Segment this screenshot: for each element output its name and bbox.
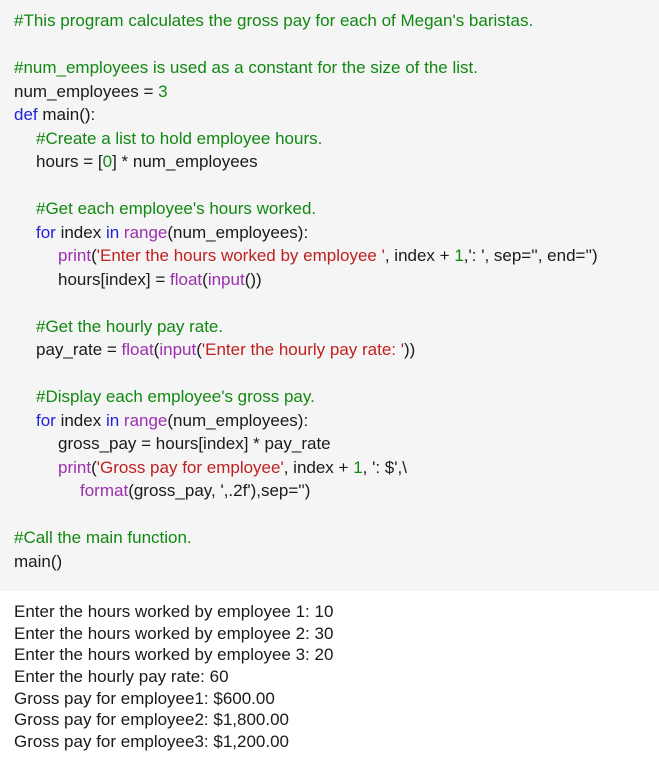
- code-line: format(gross_pay, ',.2f'),sep=''): [0, 479, 659, 503]
- code-line: print('Enter the hours worked by employe…: [0, 244, 659, 268]
- comment: #num_employees is used as a constant for…: [14, 58, 478, 77]
- keyword: for: [36, 222, 56, 242]
- builtin-function: print: [58, 246, 92, 265]
- code-text: , index +: [283, 457, 354, 477]
- comment: #Display each employee's gross pay.: [36, 387, 315, 406]
- builtin-function: print: [58, 457, 92, 477]
- output-line: Enter the hours worked by employee 3: 20: [14, 645, 334, 665]
- code-text: (num_employees):: [167, 222, 309, 242]
- code-cell[interactable]: #This program calculates the gross pay f…: [0, 0, 659, 591]
- keyword: in: [105, 410, 120, 430]
- code-line: #num_employees is used as a constant for…: [0, 56, 659, 80]
- output-line: Enter the hours worked by employee 2: 30: [14, 623, 334, 643]
- code-text: main(): [14, 551, 63, 571]
- code-line: def main():: [0, 103, 659, 127]
- code-text: , ': $',\: [362, 457, 407, 477]
- code-line: #Display each employee's gross pay.: [0, 385, 659, 409]
- keyword: for: [36, 410, 56, 430]
- code-text: ] * num_employees: [112, 152, 258, 171]
- code-line: #Call the main function.: [0, 526, 659, 550]
- builtin-function: input: [159, 340, 197, 359]
- output-line: Gross pay for employee3: $1,200.00: [14, 732, 289, 752]
- code-text: num_employees =: [14, 81, 159, 101]
- code-text: (gross_pay, ',.2f'),sep=''): [128, 481, 311, 500]
- code-text: index: [55, 410, 106, 430]
- builtin-function: range: [123, 222, 168, 242]
- keyword: def: [14, 105, 38, 124]
- comment: #Create a list to hold employee hours.: [36, 128, 323, 148]
- string-literal: 'Enter the hours worked by employee ': [96, 246, 385, 265]
- number-literal: 1: [454, 246, 464, 265]
- code-text: ,': ', sep='', end=''): [463, 246, 598, 265]
- code-text: index: [55, 222, 106, 242]
- code-text: gross_pay = hours[index] * pay_rate: [58, 434, 331, 453]
- code-line: num_employees = 3: [0, 80, 659, 104]
- code-line: pay_rate = float(input('Enter the hourly…: [0, 338, 659, 362]
- comment: #Get the hourly pay rate.: [36, 316, 224, 336]
- code-text: hours[index] =: [58, 269, 170, 289]
- output-line: Enter the hourly pay rate: 60: [14, 667, 229, 687]
- string-literal: 'Gross pay for employee': [96, 457, 284, 477]
- keyword: in: [105, 222, 120, 242]
- code-line: #Get the hourly pay rate.: [0, 315, 659, 339]
- code-line: print('Gross pay for employee', index + …: [0, 456, 659, 480]
- code-line: main(): [0, 550, 659, 574]
- builtin-function: input: [207, 269, 245, 289]
- code-line: gross_pay = hours[index] * pay_rate: [0, 432, 659, 456]
- code-text: main():: [37, 105, 96, 124]
- number-literal: 3: [158, 81, 168, 101]
- code-line: #Get each employee's hours worked.: [0, 197, 659, 221]
- output-line: Enter the hours worked by employee 1: 10: [14, 602, 334, 621]
- output-line: Gross pay for employee2: $1,800.00: [14, 710, 289, 730]
- builtin-function: float: [121, 340, 154, 359]
- string-literal: 'Enter the hourly pay rate: ': [201, 340, 404, 359]
- code-line: for index in range(num_employees):: [0, 409, 659, 433]
- code-text: , index +: [384, 246, 455, 265]
- code-line: for index in range(num_employees):: [0, 221, 659, 245]
- code-text: pay_rate =: [36, 340, 122, 359]
- code-line: #Create a list to hold employee hours.: [0, 127, 659, 151]
- builtin-function: range: [123, 410, 168, 430]
- number-literal: 0: [102, 152, 113, 171]
- code-line: hours = [0] * num_employees: [0, 150, 659, 174]
- number-literal: 1: [353, 457, 363, 477]
- comment: #This program calculates the gross pay f…: [14, 11, 534, 30]
- output-area: Enter the hours worked by employee 1: 10…: [0, 591, 659, 765]
- comment: #Get each employee's hours worked.: [36, 199, 317, 218]
- builtin-function: float: [170, 269, 203, 289]
- output-line: Gross pay for employee1: $600.00: [14, 688, 275, 708]
- comment: #Call the main function.: [14, 528, 192, 547]
- code-text: )): [404, 340, 416, 359]
- code-line: #This program calculates the gross pay f…: [0, 9, 659, 33]
- code-line: hours[index] = float(input()): [0, 268, 659, 292]
- code-text: ()): [244, 269, 262, 289]
- builtin-function: format: [80, 481, 129, 500]
- code-text: (num_employees):: [167, 410, 309, 430]
- code-text: hours = [: [36, 152, 103, 171]
